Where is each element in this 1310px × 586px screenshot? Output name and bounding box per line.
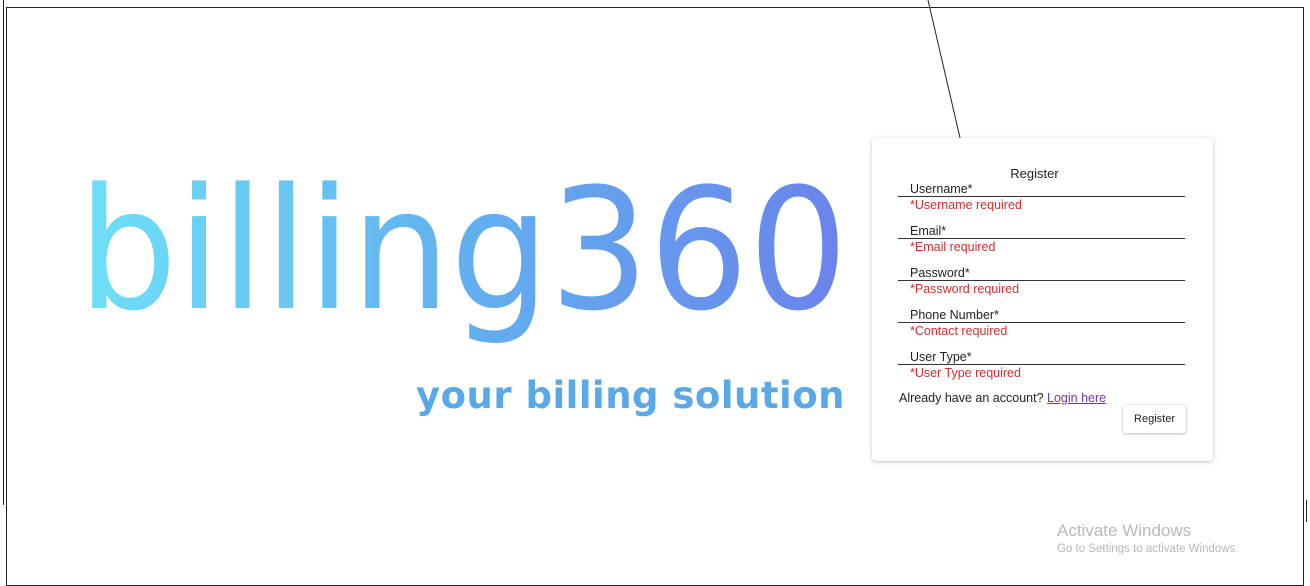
email-input[interactable] [898, 224, 1185, 238]
user-type-error: *User Type required [910, 366, 1021, 380]
username-error: *Username required [910, 198, 1022, 212]
password-input[interactable] [898, 266, 1185, 280]
register-button[interactable]: Register [1123, 405, 1186, 433]
user-type-input[interactable] [898, 350, 1185, 364]
email-underline [898, 238, 1185, 239]
phone-underline [898, 322, 1185, 323]
login-prompt-text: Already have an account? [899, 391, 1048, 405]
phone-error: *Contact required [910, 324, 1008, 338]
window-edge-left [0, 0, 4, 505]
login-link[interactable]: Login here [1047, 391, 1106, 405]
register-card: Register Username* *Username required Em… [872, 138, 1213, 461]
username-input[interactable] [898, 182, 1185, 196]
password-underline [898, 280, 1185, 281]
watermark-title: Activate Windows [1057, 521, 1192, 540]
tagline: your billing solution [415, 374, 845, 417]
username-underline [898, 196, 1185, 197]
window-edge-right [1306, 500, 1310, 522]
billing360-logo: billing360 [78, 152, 848, 348]
watermark-subtitle: Go to Settings to activate Windows. [1057, 543, 1239, 555]
email-error: *Email required [910, 240, 996, 254]
form-title: Register [1010, 166, 1059, 181]
phone-input[interactable] [898, 308, 1185, 322]
activate-windows-watermark: Activate Windows Go to Settings to activ… [1057, 521, 1239, 555]
user-type-underline [898, 364, 1185, 365]
logo-text: billing360 [78, 152, 848, 348]
password-error: *Password required [910, 282, 1020, 296]
login-prompt-row: Already have an account? Login here [899, 391, 1106, 405]
